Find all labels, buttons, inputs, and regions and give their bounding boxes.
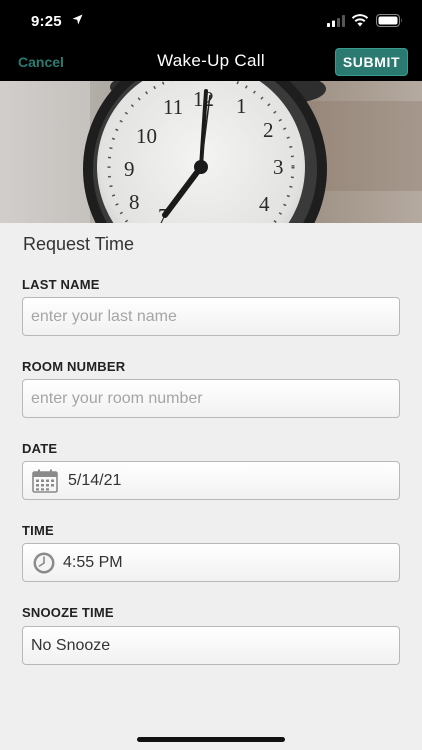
time-value: 4:55 PM xyxy=(63,554,123,571)
svg-text:1: 1 xyxy=(236,94,247,118)
cancel-button[interactable]: Cancel xyxy=(18,54,64,70)
svg-text:3: 3 xyxy=(273,155,284,179)
svg-text:11: 11 xyxy=(163,95,183,119)
home-indicator xyxy=(137,737,285,742)
room-number-placeholder: enter your room number xyxy=(31,390,203,407)
cellular-signal-icon xyxy=(327,15,345,27)
svg-text:9: 9 xyxy=(124,157,135,181)
date-label: DATE xyxy=(22,441,58,456)
location-arrow-icon xyxy=(72,14,83,25)
nav-bar: Cancel Wake-Up Call SUBMIT xyxy=(0,44,422,81)
last-name-label: LAST NAME xyxy=(22,277,100,292)
submit-button[interactable]: SUBMIT xyxy=(335,48,408,76)
room-number-input[interactable]: enter your room number xyxy=(22,379,400,418)
time-picker-field[interactable]: 4:55 PM xyxy=(22,543,400,582)
status-time: 9:25 xyxy=(31,13,62,30)
snooze-time-select[interactable]: No Snooze xyxy=(22,626,400,665)
calendar-icon xyxy=(32,469,58,493)
svg-text:10: 10 xyxy=(136,124,157,148)
svg-text:4: 4 xyxy=(259,192,270,216)
wifi-icon xyxy=(351,14,369,27)
date-picker-field[interactable]: 5/14/21 xyxy=(22,461,400,500)
date-value: 5/14/21 xyxy=(68,472,122,489)
section-title: Request Time xyxy=(23,234,135,254)
last-name-input[interactable]: enter your last name xyxy=(22,297,400,336)
snooze-time-value: No Snooze xyxy=(31,637,111,654)
time-label: TIME xyxy=(22,523,54,538)
svg-text:2: 2 xyxy=(263,118,274,142)
room-number-label: ROOM NUMBER xyxy=(22,359,126,374)
clock-icon xyxy=(33,552,55,574)
last-name-placeholder: enter your last name xyxy=(31,308,177,325)
battery-icon xyxy=(376,14,402,27)
status-bar: 9:25 xyxy=(0,0,422,44)
snooze-time-label: SNOOZE TIME xyxy=(22,605,114,620)
svg-text:8: 8 xyxy=(129,190,140,214)
alarm-clock-hero-image: 12 1 2 3 4 11 10 9 8 7 xyxy=(0,81,422,223)
